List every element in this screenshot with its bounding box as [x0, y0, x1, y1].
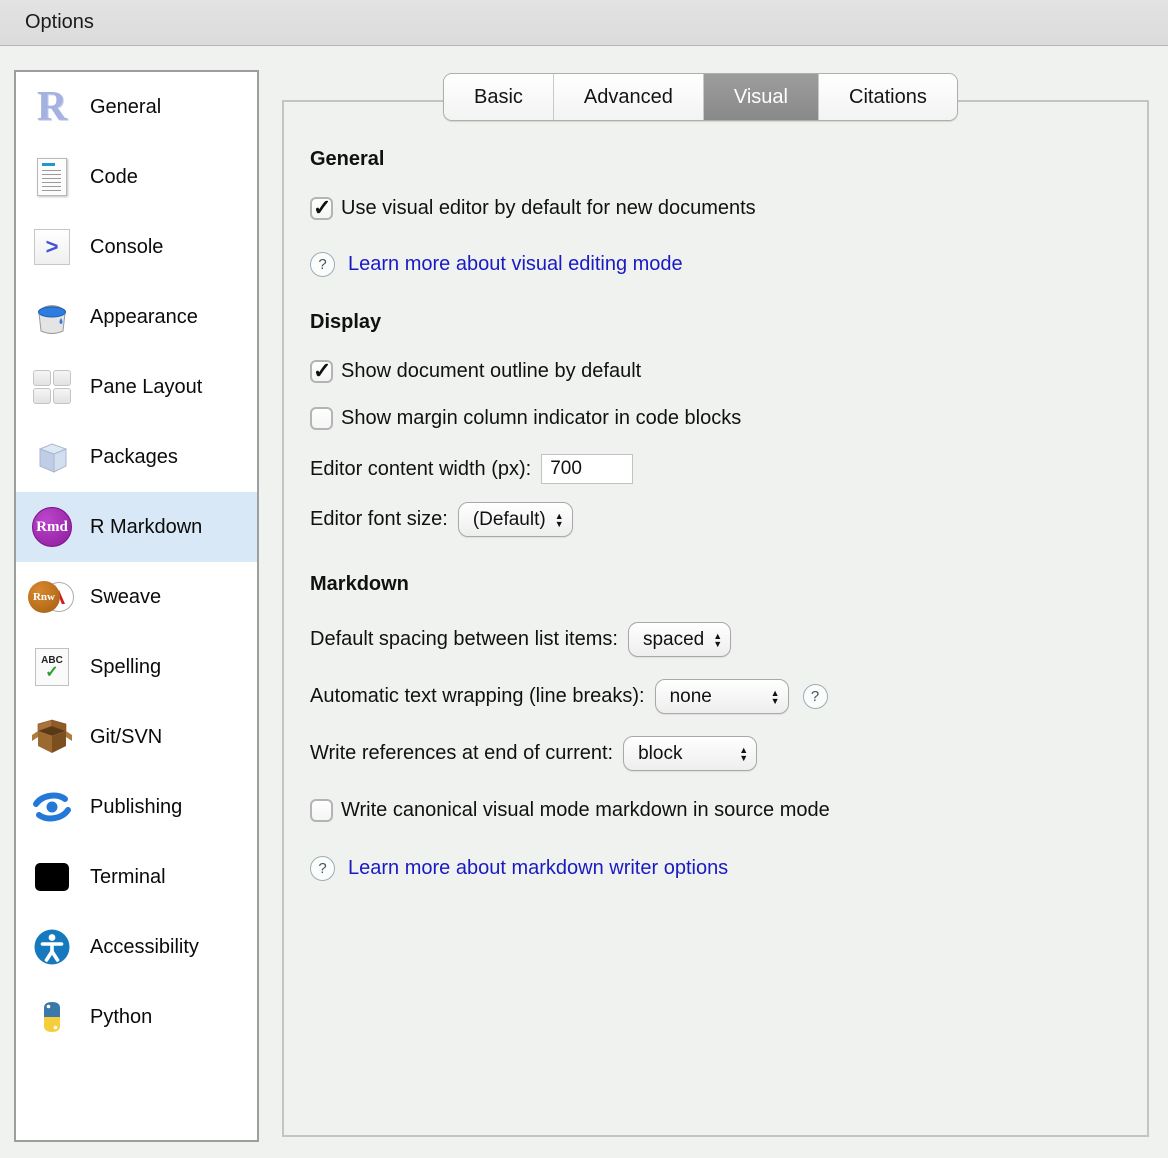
sidebar-item-label: Publishing	[90, 796, 182, 819]
code-document-icon	[28, 153, 76, 201]
editor-font-size-select[interactable]: (Default) ▲▼	[458, 502, 573, 537]
show-outline-checkbox[interactable]	[310, 360, 333, 383]
sidebar-item-python[interactable]: Python	[16, 982, 257, 1052]
sidebar-item-label: Pane Layout	[90, 376, 202, 399]
settings-panel: General Use visual editor by default for…	[282, 100, 1149, 1137]
list-spacing-row: Default spacing between list items: spac…	[310, 622, 1117, 657]
sidebar-item-pane-layout[interactable]: Pane Layout	[16, 352, 257, 422]
window-title: Options	[25, 11, 94, 34]
references-select[interactable]: block ▲▼	[623, 736, 757, 771]
list-spacing-select[interactable]: spaced ▲▼	[628, 622, 731, 657]
sweave-icon: Rnw	[28, 573, 76, 621]
sidebar-item-label: Git/SVN	[90, 726, 162, 749]
help-icon[interactable]: ?	[310, 856, 335, 881]
sidebar-item-git-svn[interactable]: Git/SVN	[16, 702, 257, 772]
rmarkdown-icon: Rmd	[28, 503, 76, 551]
show-outline-label: Show document outline by default	[341, 360, 641, 383]
sidebar-item-label: Appearance	[90, 306, 198, 329]
sidebar: R General Code > Console Appearance Pane…	[14, 70, 259, 1142]
tab-visual[interactable]: Visual	[703, 74, 818, 120]
sidebar-item-label: Accessibility	[90, 936, 199, 959]
spelling-check-icon: ABC ✓	[28, 643, 76, 691]
sidebar-item-label: R Markdown	[90, 516, 202, 539]
markdown-writer-help-link[interactable]: Learn more about markdown writer options	[348, 857, 728, 880]
canonical-markdown-label: Write canonical visual mode markdown in …	[341, 799, 830, 822]
sidebar-item-label: Code	[90, 166, 138, 189]
pane-grid-icon	[28, 363, 76, 411]
sidebar-item-label: General	[90, 96, 161, 119]
sidebar-item-r-markdown[interactable]: Rmd R Markdown	[16, 492, 257, 562]
console-prompt-icon: >	[28, 223, 76, 271]
sidebar-item-publishing[interactable]: Publishing	[16, 772, 257, 842]
package-box-icon	[28, 433, 76, 481]
sidebar-item-spelling[interactable]: ABC ✓ Spelling	[16, 632, 257, 702]
section-heading-display: Display	[310, 311, 1117, 334]
sidebar-item-terminal[interactable]: Terminal	[16, 842, 257, 912]
sidebar-item-label: Terminal	[90, 866, 166, 889]
list-spacing-label: Default spacing between list items:	[310, 628, 618, 651]
terminal-icon	[28, 853, 76, 901]
text-wrapping-row: Automatic text wrapping (line breaks): n…	[310, 679, 1117, 714]
sidebar-item-label: Packages	[90, 446, 178, 469]
use-visual-editor-checkbox[interactable]	[310, 197, 333, 220]
sidebar-item-accessibility[interactable]: Accessibility	[16, 912, 257, 982]
help-icon[interactable]: ?	[310, 252, 335, 277]
editor-content-width-input[interactable]	[541, 454, 633, 484]
use-visual-editor-label: Use visual editor by default for new doc…	[341, 197, 756, 220]
show-margin-label: Show margin column indicator in code blo…	[341, 407, 741, 430]
section-heading-general: General	[310, 148, 1117, 171]
show-margin-checkbox[interactable]	[310, 407, 333, 430]
text-wrapping-label: Automatic text wrapping (line breaks):	[310, 685, 645, 708]
git-svn-box-icon	[28, 713, 76, 761]
text-wrapping-help-icon[interactable]: ?	[803, 684, 828, 709]
show-outline-row: Show document outline by default	[310, 360, 1117, 383]
spinner-arrows-icon: ▲▼	[713, 632, 722, 648]
references-row: Write references at end of current: bloc…	[310, 736, 1117, 771]
sidebar-item-code[interactable]: Code	[16, 142, 257, 212]
paint-bucket-icon	[28, 293, 76, 341]
sidebar-item-sweave[interactable]: Rnw Sweave	[16, 562, 257, 632]
r-logo-icon: R	[28, 83, 76, 131]
editor-font-size-label: Editor font size:	[310, 508, 448, 531]
sidebar-item-label: Sweave	[90, 586, 161, 609]
canonical-markdown-checkbox[interactable]	[310, 799, 333, 822]
window-titlebar: Options	[0, 0, 1168, 46]
tab-bar: Basic Advanced Visual Citations	[443, 73, 958, 121]
markdown-writer-help-row: ? Learn more about markdown writer optio…	[310, 856, 1117, 881]
accessibility-icon	[28, 923, 76, 971]
text-wrapping-select[interactable]: none ▲▼	[655, 679, 789, 714]
spinner-arrows-icon: ▲▼	[771, 689, 780, 705]
section-heading-markdown: Markdown	[310, 573, 1117, 596]
python-icon	[28, 993, 76, 1041]
editor-font-size-row: Editor font size: (Default) ▲▼	[310, 502, 1117, 537]
sidebar-item-console[interactable]: > Console	[16, 212, 257, 282]
spinner-arrows-icon: ▲▼	[739, 746, 748, 762]
sidebar-item-appearance[interactable]: Appearance	[16, 282, 257, 352]
tab-basic[interactable]: Basic	[444, 74, 553, 120]
sidebar-item-packages[interactable]: Packages	[16, 422, 257, 492]
sidebar-item-general[interactable]: R General	[16, 72, 257, 142]
use-visual-editor-row: Use visual editor by default for new doc…	[310, 197, 1117, 220]
sidebar-item-label: Spelling	[90, 656, 161, 679]
tab-advanced[interactable]: Advanced	[553, 74, 703, 120]
visual-editing-help-row: ? Learn more about visual editing mode	[310, 252, 1117, 277]
spinner-arrows-icon: ▲▼	[555, 512, 564, 528]
sidebar-item-label: Python	[90, 1006, 152, 1029]
visual-editing-help-link[interactable]: Learn more about visual editing mode	[348, 253, 683, 276]
publishing-icon	[28, 783, 76, 831]
sidebar-item-label: Console	[90, 236, 163, 259]
tab-citations[interactable]: Citations	[818, 74, 957, 120]
canonical-markdown-row: Write canonical visual mode markdown in …	[310, 799, 1117, 822]
references-label: Write references at end of current:	[310, 742, 613, 765]
show-margin-row: Show margin column indicator in code blo…	[310, 407, 1117, 430]
editor-content-width-label: Editor content width (px):	[310, 458, 531, 481]
editor-content-width-row: Editor content width (px):	[310, 454, 1117, 484]
